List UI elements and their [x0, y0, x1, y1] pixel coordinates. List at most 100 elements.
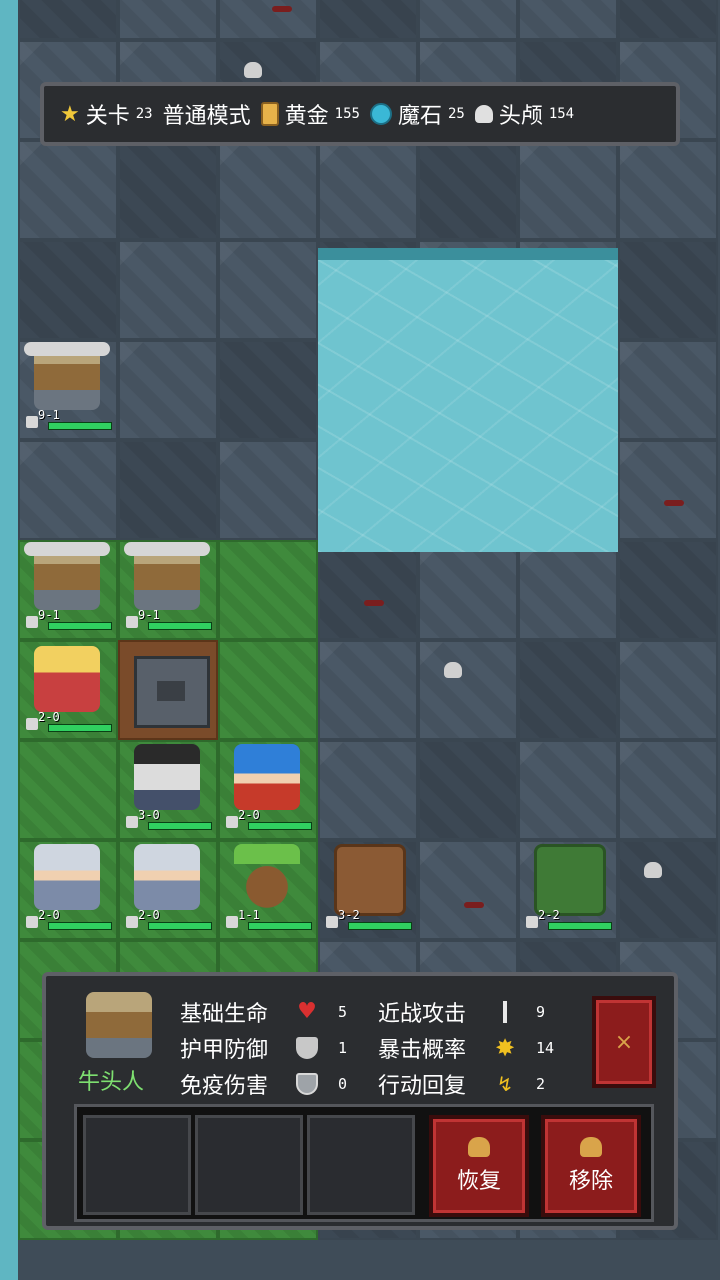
resource-bar: ★ 关卡 23 普通模式 黄金 155 魔石 25 头颅 154 — [40, 82, 680, 146]
wizard-sprite — [134, 744, 200, 810]
board-tile[interactable] — [118, 0, 218, 40]
item-slot-3[interactable] — [307, 1115, 415, 1215]
board-tile[interactable] — [518, 540, 618, 640]
magic-stone-value: 25 — [447, 106, 465, 122]
hp-bar — [248, 922, 312, 930]
sword-icon — [226, 916, 238, 928]
equipment-slots: 恢复 移除 — [74, 1104, 654, 1222]
board-tile[interactable] — [118, 240, 218, 340]
board-tile[interactable] — [618, 640, 718, 740]
skull-icon — [474, 105, 493, 123]
board-tile[interactable] — [18, 140, 118, 240]
unit-level: 2-0 — [38, 710, 60, 724]
unit-minotaur-1[interactable]: 9-1 — [20, 338, 116, 434]
gold-icon — [260, 102, 279, 126]
board-tile[interactable] — [418, 740, 518, 840]
unit-archer[interactable]: 2-0 — [220, 738, 316, 834]
stat-value: 2 — [536, 1075, 546, 1093]
unit-golem[interactable]: 3-2 — [320, 838, 416, 934]
skull-decoration-icon — [244, 62, 262, 78]
stat-value: 9 — [536, 1003, 546, 1021]
board-tile[interactable] — [318, 640, 418, 740]
chest-tile[interactable] — [118, 640, 218, 740]
stage-indicator: ★ 关卡 23 — [60, 98, 153, 130]
board-tile[interactable] — [518, 140, 618, 240]
magic-stone-counter: 魔石 25 — [369, 98, 465, 130]
unit-minotaur-2[interactable]: 9-1 — [20, 538, 116, 634]
arrow-icon — [226, 816, 238, 828]
board-tile[interactable] — [418, 140, 518, 240]
stat-label: 近战攻击 — [378, 1002, 467, 1027]
staff-icon — [26, 916, 38, 928]
item-slot-1[interactable] — [83, 1115, 191, 1215]
board-tile[interactable] — [418, 840, 518, 940]
board-tile[interactable] — [518, 640, 618, 740]
skull-counter: 头颅 154 — [474, 98, 574, 130]
board-tile[interactable] — [118, 440, 218, 540]
immune-shield-icon — [296, 1073, 318, 1095]
skull-icon — [468, 1137, 490, 1157]
stat-melee: 近战攻击 9 — [378, 996, 545, 1028]
unit-bard[interactable]: 2-0 — [20, 640, 116, 736]
gold-counter: 黄金 155 — [260, 98, 360, 130]
board-tile[interactable] — [418, 0, 518, 40]
blood-splatter — [272, 6, 292, 12]
unit-valkyrie-1[interactable]: 2-0 — [20, 838, 116, 934]
unit-level: 2-0 — [138, 908, 160, 922]
restore-button[interactable]: 恢复 — [429, 1115, 529, 1217]
unit-level: 3-2 — [338, 908, 360, 922]
board-tile[interactable] — [618, 840, 718, 940]
star-icon: ★ — [60, 101, 80, 127]
unit-valkyrie-2[interactable]: 2-0 — [120, 838, 216, 934]
hp-bar — [48, 724, 112, 732]
unit-portrait — [72, 986, 172, 1062]
unit-treant[interactable]: 2-2 — [520, 838, 616, 934]
board-tile[interactable] — [418, 640, 518, 740]
board-tile[interactable] — [618, 340, 718, 440]
board-tile[interactable] — [618, 0, 718, 40]
staff-icon — [26, 718, 38, 730]
board-tile[interactable] — [218, 340, 318, 440]
board-tile[interactable] — [618, 540, 718, 640]
hp-bar — [48, 622, 112, 630]
unit-sprout[interactable]: 1-1 — [220, 838, 316, 934]
board-tile[interactable] — [618, 740, 718, 840]
board-tile[interactable] — [618, 240, 718, 340]
board-tile[interactable] — [618, 440, 718, 540]
board-tile[interactable] — [118, 340, 218, 440]
board-tile[interactable] — [218, 240, 318, 340]
item-slot-2[interactable] — [195, 1115, 303, 1215]
regen-icon: ↯ — [496, 1072, 514, 1096]
unit-minotaur-3[interactable]: 9-1 — [120, 538, 216, 634]
board-tile[interactable] — [118, 140, 218, 240]
hp-bar — [48, 922, 112, 930]
crit-burst-icon: ✸ — [494, 1034, 516, 1062]
board-tile[interactable] — [318, 140, 418, 240]
board-tile[interactable] — [218, 540, 318, 640]
stat-value: 0 — [338, 1075, 348, 1093]
board-tile[interactable] — [218, 0, 318, 40]
board-tile[interactable] — [618, 140, 718, 240]
board-tile[interactable] — [18, 0, 118, 40]
board-tile[interactable] — [518, 740, 618, 840]
remove-button[interactable]: 移除 — [541, 1115, 641, 1217]
board-tile[interactable] — [318, 740, 418, 840]
unit-wizard[interactable]: 3-0 — [120, 738, 216, 834]
board-tile[interactable] — [318, 540, 418, 640]
gold-value: 155 — [334, 106, 360, 122]
stat-value: 5 — [338, 1003, 348, 1021]
board-tile[interactable] — [18, 240, 118, 340]
close-button[interactable]: × — [592, 996, 656, 1088]
board-tile[interactable] — [218, 440, 318, 540]
gem-icon — [369, 103, 392, 125]
board-tile[interactable] — [318, 0, 418, 40]
board-tile[interactable] — [218, 640, 318, 740]
board-tile[interactable] — [518, 0, 618, 40]
unit-info-panel: 牛头人 基础生命 ♥ 5 护甲防御 1 免疫伤害 0 近战攻击 9 暴击概率 ✸… — [42, 972, 678, 1230]
board-tile[interactable] — [218, 140, 318, 240]
board-tile[interactable] — [418, 540, 518, 640]
water-pool — [318, 248, 618, 552]
board-tile[interactable] — [18, 440, 118, 540]
board-tile[interactable] — [18, 740, 118, 840]
stat-value: 1 — [338, 1039, 348, 1057]
